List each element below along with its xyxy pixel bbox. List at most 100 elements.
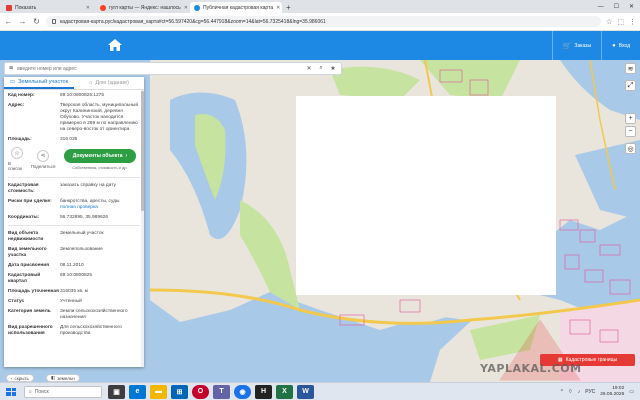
browser-tab-2[interactable]: гугл карты — Яндекс: нашлось ✕ xyxy=(96,2,188,13)
field-key: Вид земельного участка xyxy=(8,247,47,258)
url-text: кадастровая-карта.рус/кадастровая_карта#… xyxy=(60,18,326,25)
favorite-star-icon[interactable]: ★ xyxy=(329,65,337,72)
tab-building-label: Дом (здание) xyxy=(95,80,129,86)
close-tab-icon[interactable]: ✕ xyxy=(184,5,188,11)
search-input[interactable] xyxy=(17,65,301,72)
hide-panel-pill[interactable]: ‹ скрыть xyxy=(6,374,34,382)
menu-hamburger-icon[interactable]: ≡ xyxy=(9,65,13,72)
maximize-icon[interactable]: ☐ xyxy=(614,2,619,13)
excel-icon[interactable]: X xyxy=(276,384,293,399)
close-window-icon[interactable]: ✕ xyxy=(629,2,634,13)
bookmark-star-icon[interactable]: ☆ xyxy=(606,18,612,26)
tray-chevron-icon[interactable]: ^ xyxy=(561,389,563,395)
layers-icon[interactable]: ≋ xyxy=(625,63,636,74)
close-tab-icon[interactable]: ✕ xyxy=(86,5,90,11)
windows-start-icon[interactable] xyxy=(4,386,18,398)
field-key: Вид разрешенного использования xyxy=(8,325,53,336)
object-documents-button[interactable]: Документы объекта › xyxy=(64,148,136,163)
reload-icon[interactable]: ↻ xyxy=(32,17,41,26)
language-indicator[interactable]: РУС xyxy=(585,389,595,395)
tab-title: Публичная кадастровая карта xyxy=(203,4,274,11)
tab-land-plot[interactable]: ▭ Земельный участок xyxy=(4,77,74,89)
login-label: Вход xyxy=(618,42,630,49)
field-value: 08.11.2010 xyxy=(60,263,84,268)
clear-icon[interactable]: ✕ xyxy=(305,65,313,72)
fullscreen-icon[interactable]: ⤢ xyxy=(625,80,636,91)
opera-icon[interactable]: O xyxy=(192,384,209,399)
new-tab-button[interactable]: + xyxy=(286,2,291,13)
login-button[interactable]: ● Вход xyxy=(601,31,640,60)
file-explorer-icon[interactable]: ▬ xyxy=(150,384,167,399)
field-address: Адрес: Тверская область, муниципальный о… xyxy=(8,103,140,133)
field-key: Кадастровый квартал xyxy=(8,273,41,284)
panel-actions: ☆ В список ⋖ Поделиться Документы объект… xyxy=(8,147,140,171)
chevron-right-icon: › xyxy=(125,152,128,159)
field-row: Статус Учтенный xyxy=(8,299,140,305)
word-icon[interactable]: W xyxy=(297,384,314,399)
taskbar-apps: ▣ e ▬ ⊞ O T ◉ H X W xyxy=(108,384,314,399)
minimize-icon[interactable]: — xyxy=(598,2,604,13)
search-icon[interactable]: ⌕ xyxy=(317,65,325,72)
address-bar[interactable]: кадастровая-карта.рус/кадастровая_карта#… xyxy=(46,16,602,27)
panel-scrollbar-thumb[interactable] xyxy=(141,91,144,211)
parcel-icon: ▭ xyxy=(9,79,16,85)
field-key: Статус xyxy=(8,299,25,304)
field-row: Вид разрешенного использования Для сельс… xyxy=(8,325,140,337)
network-icon[interactable]: ⌔ xyxy=(568,389,573,395)
cart-icon: 🛒 xyxy=(562,42,572,50)
share-button[interactable]: ⋖ Поделиться xyxy=(31,149,55,169)
field-value: Учтенный xyxy=(60,299,82,304)
geolocation-icon[interactable]: ◎ xyxy=(625,143,636,154)
task-view-icon[interactable]: ▣ xyxy=(108,384,125,399)
zoom-in-button[interactable]: + xyxy=(625,113,636,124)
field-value: Для сельскохозяйственного производства xyxy=(60,325,122,336)
full-check-link[interactable]: полная проверка xyxy=(60,205,98,210)
layers-small-icon: ◧ xyxy=(51,375,56,380)
orders-button[interactable]: 🛒 Заказы xyxy=(551,31,601,60)
browser-tab-bar: Показать ✕ гугл карты — Яндекс: нашлось … xyxy=(0,0,640,13)
field-value: банкротства, аресты, суды полная проверк… xyxy=(60,199,140,211)
field-cadastral-number: Кад номер: 69:10:0800825:1275 xyxy=(8,93,140,99)
zoom-out-button[interactable]: − xyxy=(625,126,636,137)
extensions-icon[interactable]: ⬚ xyxy=(617,18,624,26)
taskbar-search[interactable]: ⌕ Поиск xyxy=(24,385,102,398)
notifications-icon[interactable]: ▭ xyxy=(629,389,634,395)
back-icon[interactable]: ← xyxy=(4,17,13,26)
documents-block: Документы объекта › Собственник, стоимос… xyxy=(64,148,136,170)
volume-icon[interactable]: ♪ xyxy=(578,389,581,395)
close-tab-icon[interactable]: ✕ xyxy=(276,5,280,11)
field-row: Площадь уточненная 316035 кв. м xyxy=(8,289,140,295)
browser-tab-3-active[interactable]: Публичная кадастровая карта ✕ xyxy=(190,2,282,13)
cadastral-number-link[interactable]: 69:10:0800825:1275 xyxy=(60,93,140,99)
menu-dots-icon[interactable]: ⋮ xyxy=(629,18,636,26)
chrome-icon[interactable]: ◉ xyxy=(234,384,251,399)
tab-favicon-icon xyxy=(194,4,200,11)
teams-icon[interactable]: T xyxy=(213,384,230,399)
add-to-list-button[interactable]: ☆ В список xyxy=(8,147,26,171)
field-row: Категория земель Земли сельскохозяйствен… xyxy=(8,309,140,321)
field-key: Вид объекта недвижимости xyxy=(8,231,44,242)
field-cadastral-cost: Кадастровая стоимость: заказать справку … xyxy=(8,183,140,195)
edge-icon[interactable]: e xyxy=(129,384,146,399)
field-key: Площадь: xyxy=(8,137,32,142)
object-info-panel: ▭ Земельный участок ⌂ Дом (здание) Кад н… xyxy=(4,77,144,367)
hide-label: скрыть xyxy=(14,375,29,381)
layers-pill[interactable]: ◧ земельн xyxy=(46,374,80,382)
add-to-list-label: В список xyxy=(8,161,22,171)
field-value: 316035 кв. м xyxy=(60,289,88,294)
order-certificate-link[interactable]: заказать справку на дату xyxy=(60,183,140,195)
browser-tab-1[interactable]: Показать ✕ xyxy=(2,2,94,13)
field-key: Координаты: xyxy=(8,215,40,220)
field-key: Адрес: xyxy=(8,103,25,108)
tab-title: гугл карты — Яндекс: нашлось xyxy=(109,4,181,11)
field-value: Землепользование xyxy=(60,247,103,252)
clock[interactable]: 19:02 26.05.2026 xyxy=(600,386,624,397)
store-icon[interactable]: ⊞ xyxy=(171,384,188,399)
header-actions: 🛒 Заказы ● Вход xyxy=(551,31,640,60)
forward-icon[interactable]: → xyxy=(18,17,27,26)
tab-building[interactable]: ⌂ Дом (здание) xyxy=(74,77,144,89)
lock-icon xyxy=(52,19,56,24)
home-icon[interactable] xyxy=(108,39,122,51)
window-controls: — ☐ ✕ xyxy=(598,2,640,13)
h-app-icon[interactable]: H xyxy=(255,384,272,399)
